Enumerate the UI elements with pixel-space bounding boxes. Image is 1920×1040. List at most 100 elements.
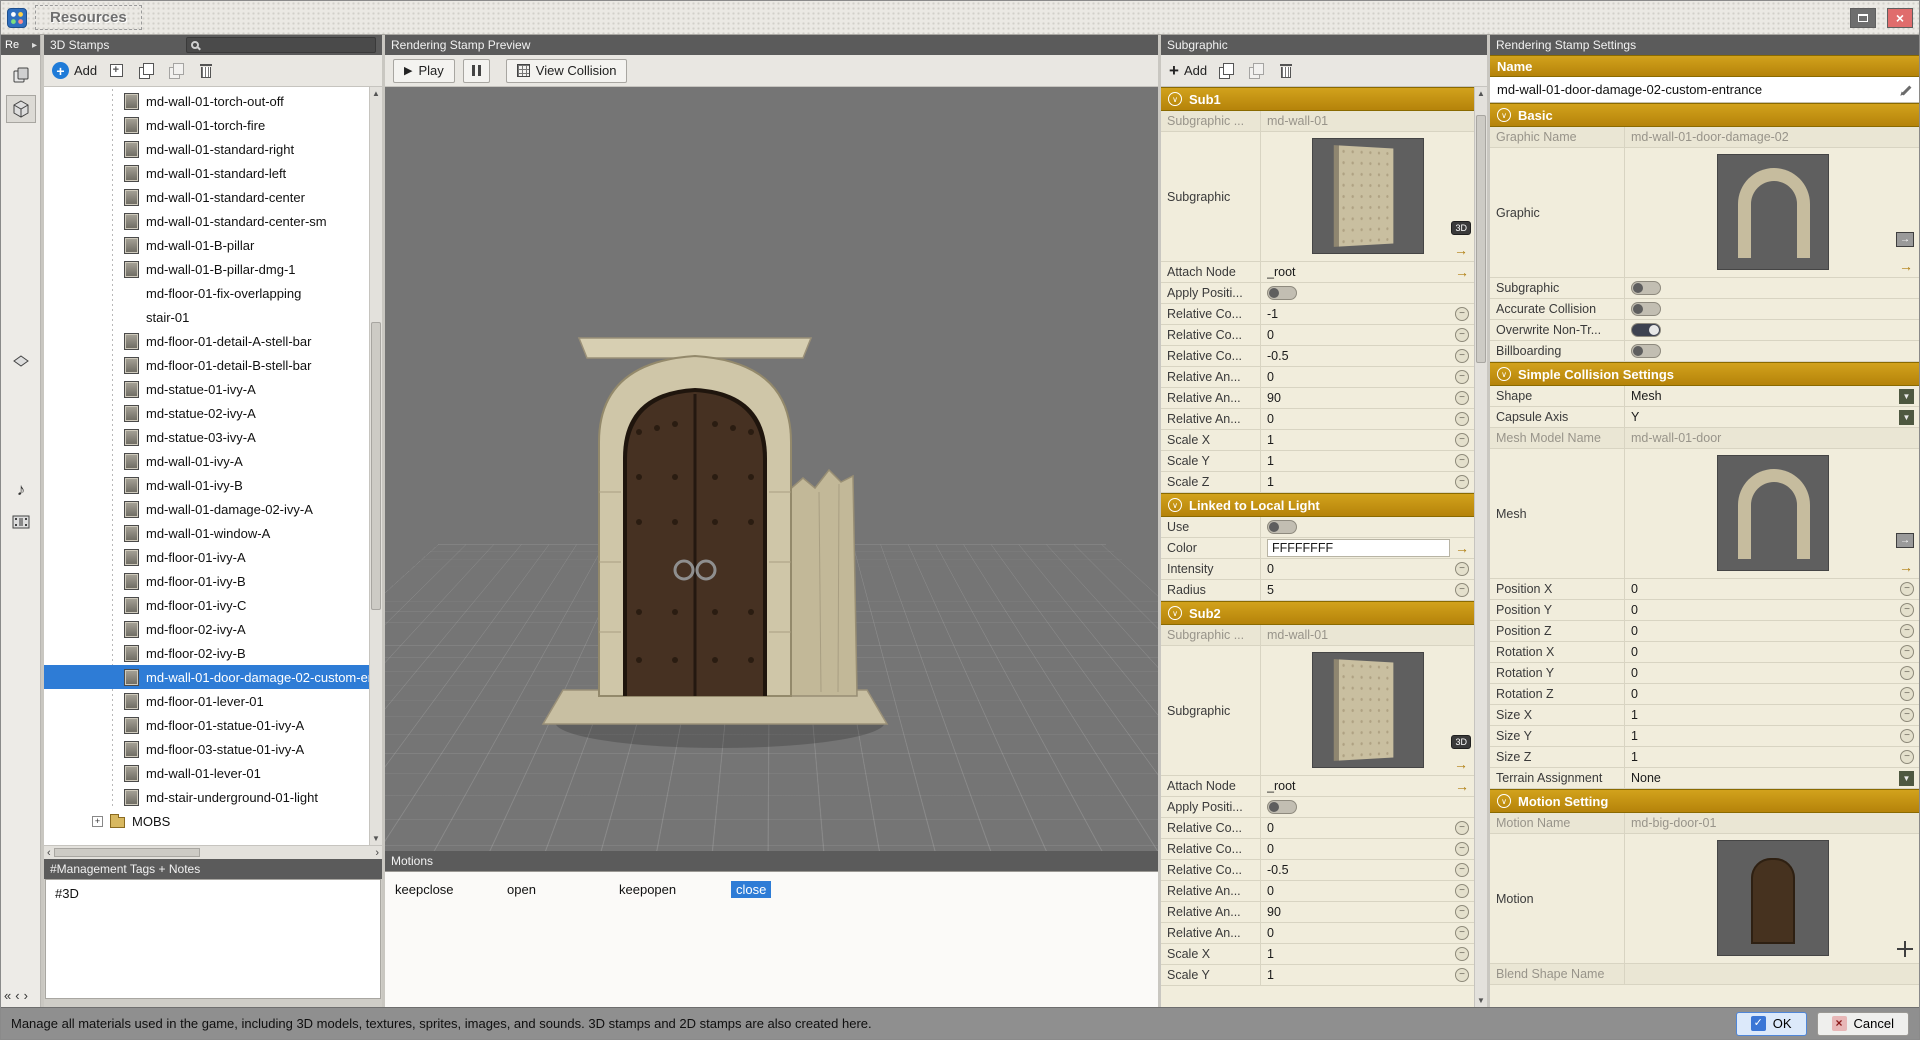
tree-item-md-wall-01-standard-center[interactable]: md-wall-01-standard-center [44,185,369,209]
value-text[interactable]: 1 [1267,968,1450,982]
reset-icon[interactable]: − [1455,475,1469,489]
tree-item-md-wall-01-standard-left[interactable]: md-wall-01-standard-left [44,161,369,185]
sounds-tab[interactable]: ♪ [6,476,36,504]
scroll-down-icon[interactable]: ▼ [1475,994,1487,1007]
toggle-switch[interactable] [1267,800,1297,814]
reset-icon[interactable]: − [1900,603,1914,617]
play-button[interactable]: ▶ Play [393,59,455,83]
reset-icon[interactable]: − [1455,905,1469,919]
tree-item-md-wall-01-b-pillar-dmg-1[interactable]: md-wall-01-B-pillar-dmg-1 [44,257,369,281]
tree-item-md-floor-03-statue-01-ivy-a[interactable]: md-floor-03-statue-01-ivy-A [44,737,369,761]
3d-stamps-tab[interactable] [6,95,36,123]
tree-item-md-wall-01-torch-out-off[interactable]: md-wall-01-torch-out-off [44,89,369,113]
value-text[interactable]: 1 [1631,750,1895,764]
value-text[interactable]: 1 [1267,433,1450,447]
stamp-name-field[interactable]: md-wall-01-door-damage-02-custom-entranc… [1490,77,1919,103]
value-text[interactable]: 0 [1631,624,1895,638]
close-button[interactable]: × [1887,8,1913,28]
value-text[interactable]: 0 [1631,666,1895,680]
section-basic[interactable]: ∨Basic [1490,103,1919,127]
motion-item-keepclose[interactable]: keepclose [395,882,507,897]
tree-folder-mobs[interactable]: + MOBS [44,809,369,833]
value-text[interactable]: 0 [1267,926,1450,940]
titlebar[interactable]: Resources × [1,1,1919,35]
tree-item-md-floor-01-statue-01-ivy-a[interactable]: md-floor-01-statue-01-ivy-A [44,713,369,737]
value-text[interactable]: 0 [1267,821,1450,835]
scroll-left-icon[interactable]: ‹ [47,847,51,859]
open-panel-icon[interactable]: → [1896,232,1914,247]
value-text[interactable]: 0 [1631,645,1895,659]
subgraphic-scrollbar[interactable]: ▲ ▼ [1474,87,1487,1007]
reset-icon[interactable]: − [1900,582,1914,596]
paste-button[interactable] [165,60,187,82]
reset-icon[interactable]: − [1455,884,1469,898]
tree-item-md-statue-03-ivy-a[interactable]: md-statue-03-ivy-A [44,425,369,449]
goto-arrow-icon[interactable]: → [1899,259,1913,273]
section-simple-collision-settings[interactable]: ∨Simple Collision Settings [1490,362,1919,386]
paste-subgraphic-button[interactable] [1245,60,1267,82]
goto-arrow-icon[interactable]: → [1899,560,1913,574]
tree-item-md-wall-01-standard-right[interactable]: md-wall-01-standard-right [44,137,369,161]
duplicate-button[interactable] [135,60,157,82]
toggle-switch[interactable] [1631,344,1661,358]
goto-arrow-icon[interactable]: → [1454,757,1468,771]
reset-icon[interactable]: − [1455,454,1469,468]
restore-button[interactable] [1850,8,1876,28]
search-input[interactable] [186,37,376,53]
tree-item-md-floor-01-ivy-b[interactable]: md-floor-01-ivy-B [44,569,369,593]
view-collision-button[interactable]: View Collision [506,59,628,83]
reset-icon[interactable]: − [1900,687,1914,701]
value-text[interactable]: -0.5 [1267,863,1450,877]
reset-icon[interactable]: − [1455,307,1469,321]
value-text[interactable]: 5 [1267,583,1450,597]
value-text[interactable]: 0 [1267,370,1450,384]
reset-icon[interactable]: − [1455,926,1469,940]
reset-icon[interactable]: − [1900,645,1914,659]
tree-item-md-wall-01-torch-fire[interactable]: md-wall-01-torch-fire [44,113,369,137]
reset-icon[interactable]: − [1455,349,1469,363]
tree-item-md-statue-02-ivy-a[interactable]: md-statue-02-ivy-A [44,401,369,425]
transform-icon[interactable] [1897,941,1913,957]
tree-item-md-wall-01-damage-02-ivy-a[interactable]: md-wall-01-damage-02-ivy-A [44,497,369,521]
section-linked-to-local-light[interactable]: ∨Linked to Local Light [1161,493,1474,517]
tree-item-md-floor-01-ivy-a[interactable]: md-floor-01-ivy-A [44,545,369,569]
toggle-switch[interactable] [1267,286,1297,300]
value-text[interactable]: -0.5 [1267,349,1450,363]
cancel-button[interactable]: × Cancel [1817,1012,1909,1036]
tree-item-md-statue-01-ivy-a[interactable]: md-statue-01-ivy-A [44,377,369,401]
stamp-list-tab[interactable] [6,61,36,89]
tree-item-md-floor-01-fix-overlapping[interactable]: md-floor-01-fix-overlapping [44,281,369,305]
scrollbar-thumb[interactable] [1476,115,1486,363]
reset-icon[interactable]: − [1900,750,1914,764]
preview-thumbnail[interactable] [1312,652,1424,768]
reset-icon[interactable]: − [1455,821,1469,835]
tree-horizontal-scrollbar[interactable]: ‹ › [44,845,382,859]
value-text[interactable]: 0 [1267,842,1450,856]
expand-plus-icon[interactable]: + [92,816,103,827]
scroll-down-icon[interactable]: ▼ [370,832,382,845]
tree-item-md-wall-01-window-a[interactable]: md-wall-01-window-A [44,521,369,545]
scroll-right-icon[interactable]: › [375,847,379,859]
reset-icon[interactable]: − [1455,433,1469,447]
toggle-switch[interactable] [1267,520,1297,534]
motion-item-open[interactable]: open [507,882,619,897]
expand-panel-icon[interactable]: ▸ [32,40,37,51]
reset-icon[interactable]: − [1455,328,1469,342]
section-sub2[interactable]: ∨Sub2 [1161,601,1474,625]
pause-button[interactable] [463,59,490,83]
reset-icon[interactable]: − [1455,370,1469,384]
tree-item-md-stair-underground-01-light[interactable]: md-stair-underground-01-light [44,785,369,809]
reset-icon[interactable]: − [1455,583,1469,597]
value-text[interactable]: 0 [1267,884,1450,898]
duplicate-subgraphic-button[interactable] [1215,60,1237,82]
tree-item-md-floor-01-detail-b-stell-bar[interactable]: md-floor-01-detail-B-stell-bar [44,353,369,377]
scroll-right-icon[interactable]: › [24,988,28,1003]
scroll-up-icon[interactable]: ▲ [1475,87,1487,100]
tree-vertical-scrollbar[interactable]: ▲ ▼ [369,87,382,845]
tree-item-md-floor-02-ivy-b[interactable]: md-floor-02-ivy-B [44,641,369,665]
reset-icon[interactable]: − [1455,863,1469,877]
value-text[interactable]: 0 [1267,412,1450,426]
tree-item-md-floor-01-detail-a-stell-bar[interactable]: md-floor-01-detail-A-stell-bar [44,329,369,353]
tree-item-md-floor-01-ivy-c[interactable]: md-floor-01-ivy-C [44,593,369,617]
value-text[interactable]: 0 [1267,328,1450,342]
